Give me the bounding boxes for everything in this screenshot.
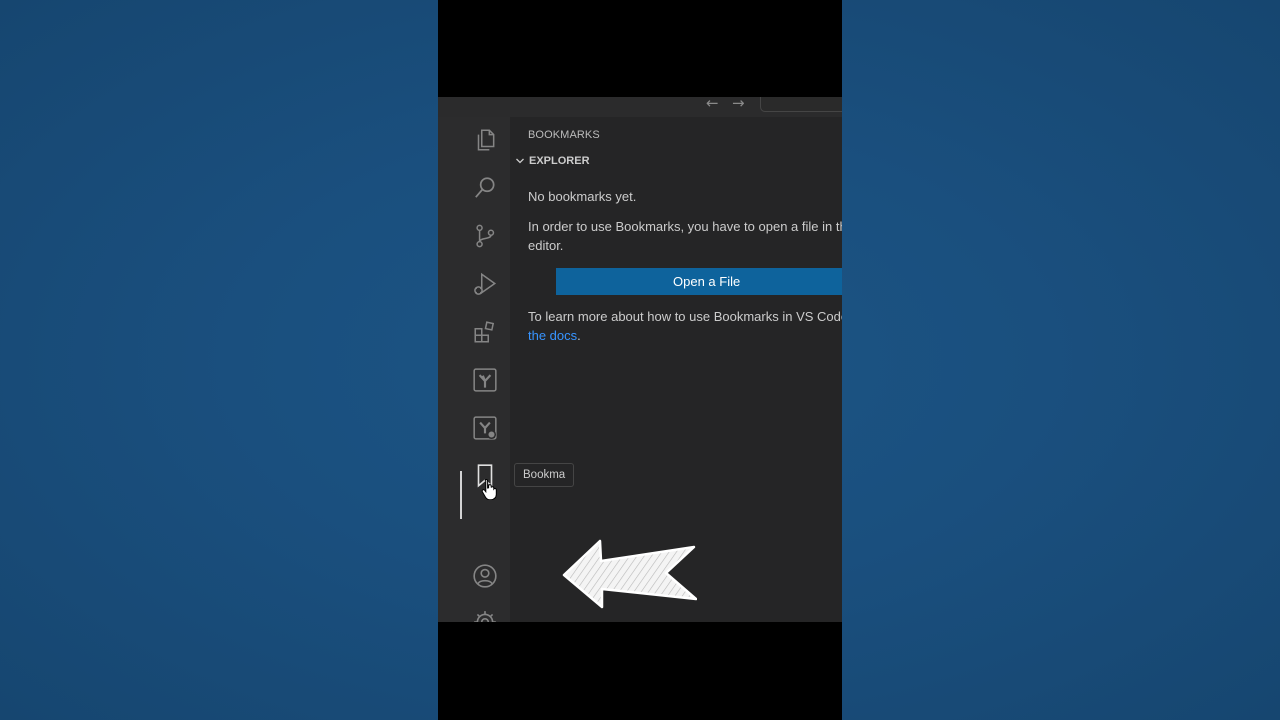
title-bar: ← → bbox=[438, 97, 842, 117]
learn-more-suffix: . bbox=[577, 327, 581, 343]
back-arrow-icon[interactable]: ← bbox=[706, 97, 719, 112]
activity-bar bbox=[438, 117, 510, 622]
open-file-button-label: Open a File bbox=[673, 274, 741, 289]
section-label: EXPLORER bbox=[529, 155, 590, 167]
command-center[interactable] bbox=[760, 97, 842, 112]
hand-cursor-icon bbox=[481, 478, 497, 500]
gear-icon[interactable] bbox=[472, 609, 498, 622]
files-icon[interactable] bbox=[472, 127, 498, 153]
search-icon[interactable] bbox=[472, 175, 498, 201]
learn-more-line-2: the docs. bbox=[528, 327, 581, 346]
chevron-down-icon bbox=[516, 158, 524, 164]
forward-arrow-icon[interactable]: → bbox=[732, 97, 745, 112]
account-icon[interactable] bbox=[472, 563, 498, 589]
pointer-arrow-annotation bbox=[562, 539, 697, 609]
instructions-line-1: In order to use Bookmarks, you have to o… bbox=[528, 219, 842, 234]
video-frame: ← → BOOKMARKS EXPLORER No bookmarks yet.… bbox=[438, 0, 842, 720]
vscode-window: ← → BOOKMARKS EXPLORER No bookmarks yet.… bbox=[438, 97, 842, 622]
extensions-icon[interactable] bbox=[472, 319, 498, 345]
empty-message: No bookmarks yet. bbox=[528, 189, 637, 204]
open-file-button[interactable]: Open a File bbox=[556, 268, 842, 295]
source-control-icon[interactable] bbox=[472, 223, 498, 249]
azure-tree-icon[interactable] bbox=[472, 367, 498, 393]
sidebar-title: BOOKMARKS bbox=[528, 129, 600, 141]
azure-tree-badge-icon[interactable] bbox=[472, 415, 498, 441]
active-indicator bbox=[460, 471, 462, 519]
docs-link[interactable]: the docs bbox=[528, 328, 577, 343]
learn-more-line-1: To learn more about how to use Bookmarks… bbox=[528, 309, 842, 324]
run-debug-icon[interactable] bbox=[472, 271, 498, 297]
bookmarks-tooltip: Bookma bbox=[514, 463, 575, 487]
explorer-section-header[interactable]: EXPLORER bbox=[514, 155, 590, 167]
instructions-line-2: editor. bbox=[528, 237, 564, 253]
